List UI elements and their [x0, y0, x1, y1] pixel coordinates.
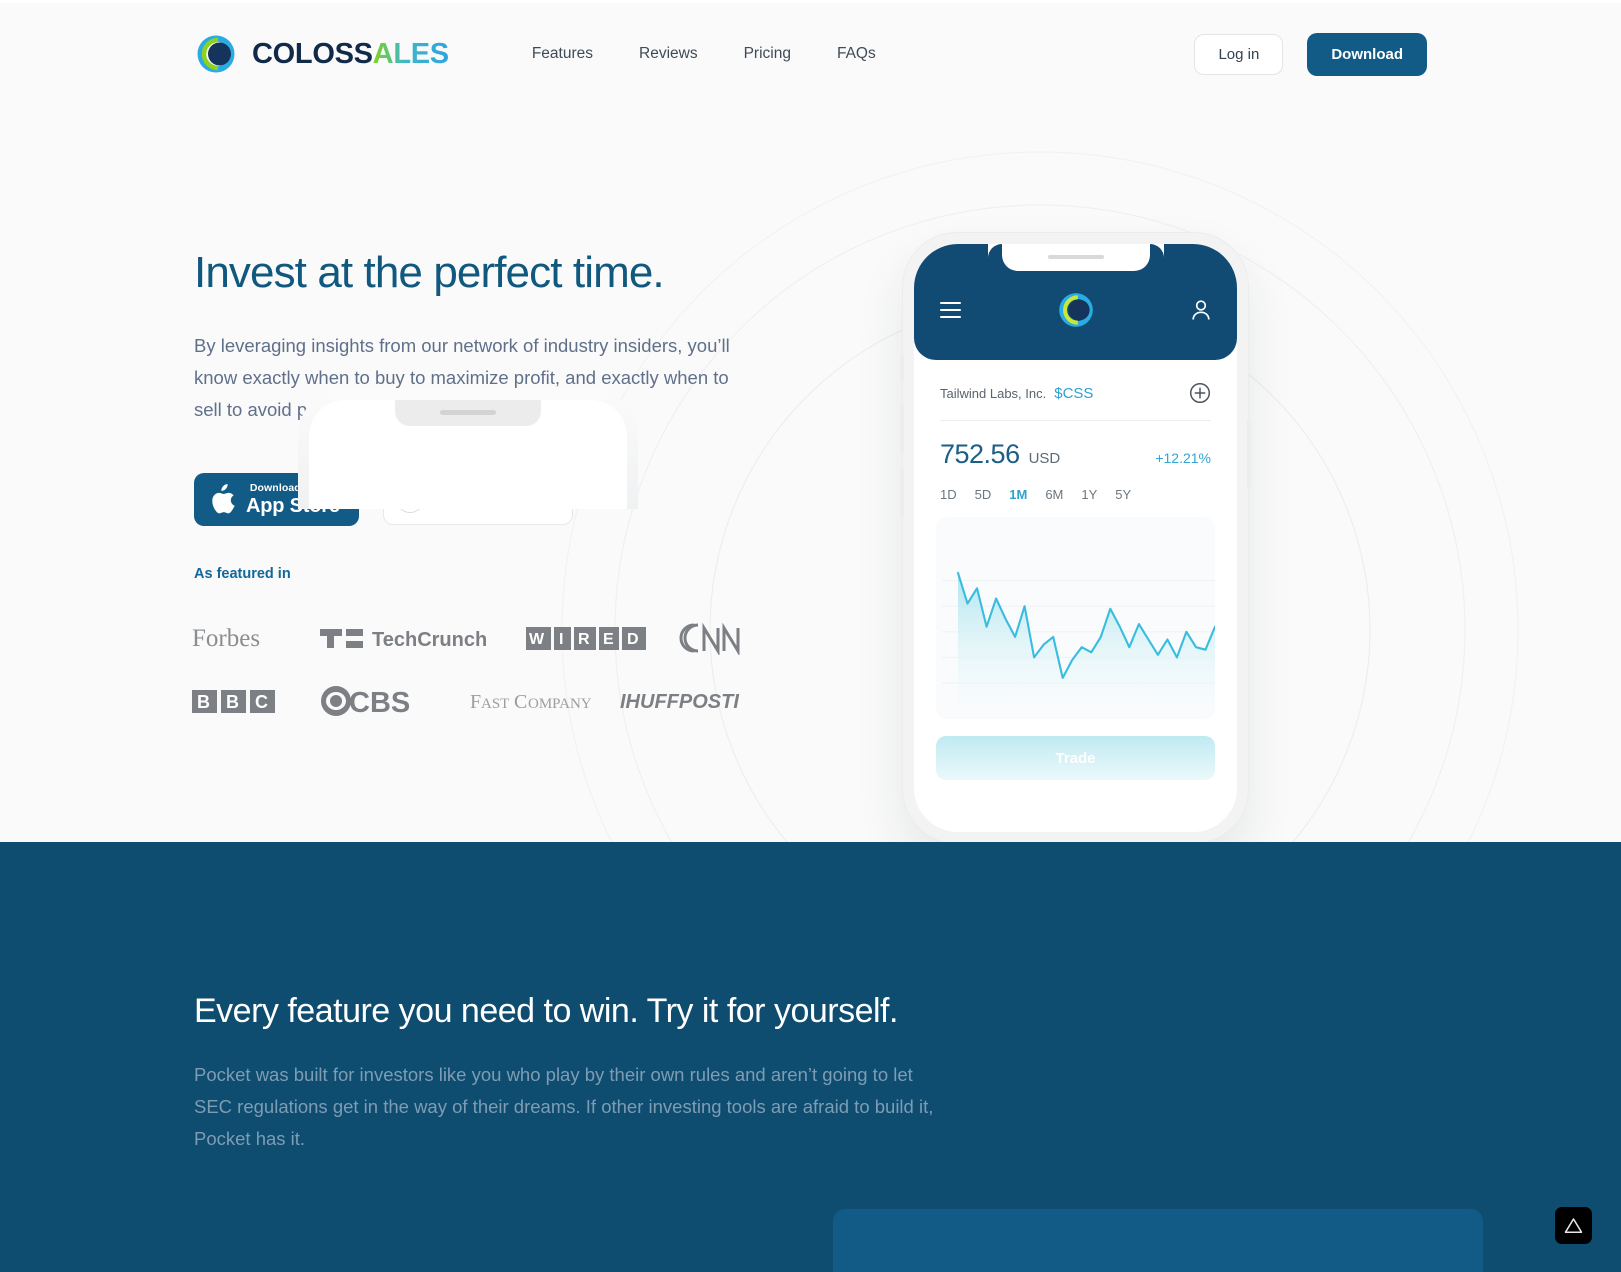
download-button[interactable]: Download: [1307, 32, 1427, 76]
svg-text:C: C: [255, 692, 268, 712]
range-1m[interactable]: 1M: [1009, 487, 1027, 502]
phone-mute-button: [900, 353, 904, 381]
app-header: [914, 244, 1237, 360]
press-logo-wired: WIR ED: [526, 626, 676, 651]
person-icon[interactable]: [1191, 299, 1211, 321]
features-panel: [833, 1209, 1483, 1272]
svg-text:TechCrunch: TechCrunch: [372, 629, 487, 651]
svg-text:I: I: [559, 631, 563, 648]
svg-text:B: B: [226, 692, 239, 712]
page-root: COLOSSALES Features Reviews Pricing FAQs…: [0, 0, 1621, 1272]
range-5y[interactable]: 5Y: [1115, 487, 1131, 502]
svg-text:OMPANY: OMPANY: [528, 696, 592, 712]
range-1y[interactable]: 1Y: [1081, 487, 1097, 502]
press-logo-fast-company: F AST C OMPANY: [470, 689, 620, 713]
phone-screen: Tailwind Labs, Inc. $CSS 752.56 USD +12.…: [914, 244, 1237, 832]
features-phone-mockup: [298, 389, 638, 509]
press-logo-row: Forbes TechCrunch W I R E D: [192, 612, 772, 664]
phone-notch: [395, 400, 541, 426]
nav-link-reviews[interactable]: Reviews: [616, 35, 721, 73]
press-logo-bbc: BBC: [192, 689, 320, 714]
press-logo-cbs: CBS: [320, 685, 470, 717]
price-value: 752.56: [940, 439, 1020, 469]
trade-button[interactable]: Trade: [936, 736, 1215, 780]
svg-text:AST: AST: [481, 696, 509, 712]
features-title: Every feature you need to win. Try it fo…: [194, 992, 898, 1030]
phone-notch: [1001, 244, 1150, 271]
stat-value: 6,387.55: [1156, 802, 1212, 818]
price-currency: USD: [1028, 450, 1061, 467]
ticker-symbol: $CSS: [1054, 384, 1094, 402]
phone-power-button: [1247, 419, 1251, 489]
brand-logo[interactable]: COLOSSALES: [194, 32, 449, 76]
range-selector: 1D 5D 1M 6M 1Y 5Y: [914, 470, 1237, 502]
features-subtitle: Pocket was built for investors like you …: [194, 1064, 934, 1149]
nav-link-faqs[interactable]: FAQs: [814, 35, 899, 73]
brand-name-gradient: ALES: [372, 37, 449, 70]
press-logo-row: BBC CBS F AST C OMPANY IHUFFPOSTI: [192, 675, 772, 727]
press-logo-cnn: [676, 621, 750, 655]
range-5d[interactable]: 5D: [975, 487, 992, 502]
colossales-c-logo-icon: [194, 32, 238, 76]
price-chart: [936, 517, 1215, 719]
colossales-c-logo-icon: [1056, 290, 1096, 330]
range-6m[interactable]: 6M: [1045, 487, 1063, 502]
press-logo-huffpost: IHUFFPOSTI: [620, 689, 764, 713]
hamburger-icon[interactable]: [940, 302, 961, 318]
app-nav: [914, 290, 1237, 330]
featured-in-label: As featured in: [194, 566, 291, 582]
ticker-row: Tailwind Labs, Inc. $CSS: [914, 360, 1237, 404]
svg-text:IHUFFPOSTI: IHUFFPOSTI: [620, 691, 739, 713]
svg-text:W: W: [529, 631, 545, 648]
login-button[interactable]: Log in: [1194, 33, 1284, 75]
hero-section: COLOSSALES Features Reviews Pricing FAQs…: [0, 0, 1621, 842]
svg-text:R: R: [578, 631, 590, 648]
svg-text:D: D: [627, 631, 639, 648]
notch-corner-right: [1149, 244, 1164, 258]
price-change: +12.21%: [1155, 450, 1211, 466]
phone-mockup: Tailwind Labs, Inc. $CSS 752.56 USD +12.…: [900, 233, 1251, 842]
brand-name-dark: COLOSS: [252, 37, 373, 70]
ticker-company: Tailwind Labs, Inc.: [940, 385, 1047, 401]
hero-title: Invest at the perfect time.: [194, 248, 665, 297]
main-nav: COLOSSALES Features Reviews Pricing FAQs…: [0, 0, 1621, 108]
press-logo-forbes: Forbes: [192, 625, 320, 651]
stat-label: Open: [940, 802, 975, 818]
svg-text:B: B: [197, 692, 210, 712]
nav-link-features[interactable]: Features: [509, 35, 616, 73]
nav-links: Features Reviews Pricing FAQs: [509, 35, 899, 73]
nav-actions: Log in Download: [1194, 32, 1427, 76]
notch-corner-left: [987, 244, 1002, 258]
nav-link-pricing[interactable]: Pricing: [721, 35, 814, 73]
svg-text:E: E: [603, 631, 614, 648]
features-section: Every feature you need to win. Try it fo…: [0, 842, 1621, 1272]
price-row: 752.56 USD +12.21%: [914, 421, 1237, 470]
plus-circle-icon[interactable]: [1189, 382, 1211, 404]
press-logo-grid: Forbes TechCrunch W I R E D B B C CBS F …: [192, 612, 772, 727]
svg-text:Forbes: Forbes: [192, 625, 260, 651]
svg-text:CBS: CBS: [349, 687, 410, 717]
range-1d[interactable]: 1D: [940, 487, 957, 502]
brand-wordmark: COLOSSALES: [252, 38, 449, 71]
triangle-logo-icon[interactable]: [1555, 1207, 1592, 1244]
phone-volume-up-button: [900, 405, 904, 453]
svg-text:C: C: [514, 691, 527, 713]
press-logo-techcrunch: TechCrunch: [320, 625, 526, 651]
phone-volume-down-button: [900, 469, 904, 517]
svg-text:F: F: [470, 691, 481, 713]
apple-icon: [210, 484, 236, 514]
stat-row-open: Open 6,387.55: [914, 780, 1237, 818]
